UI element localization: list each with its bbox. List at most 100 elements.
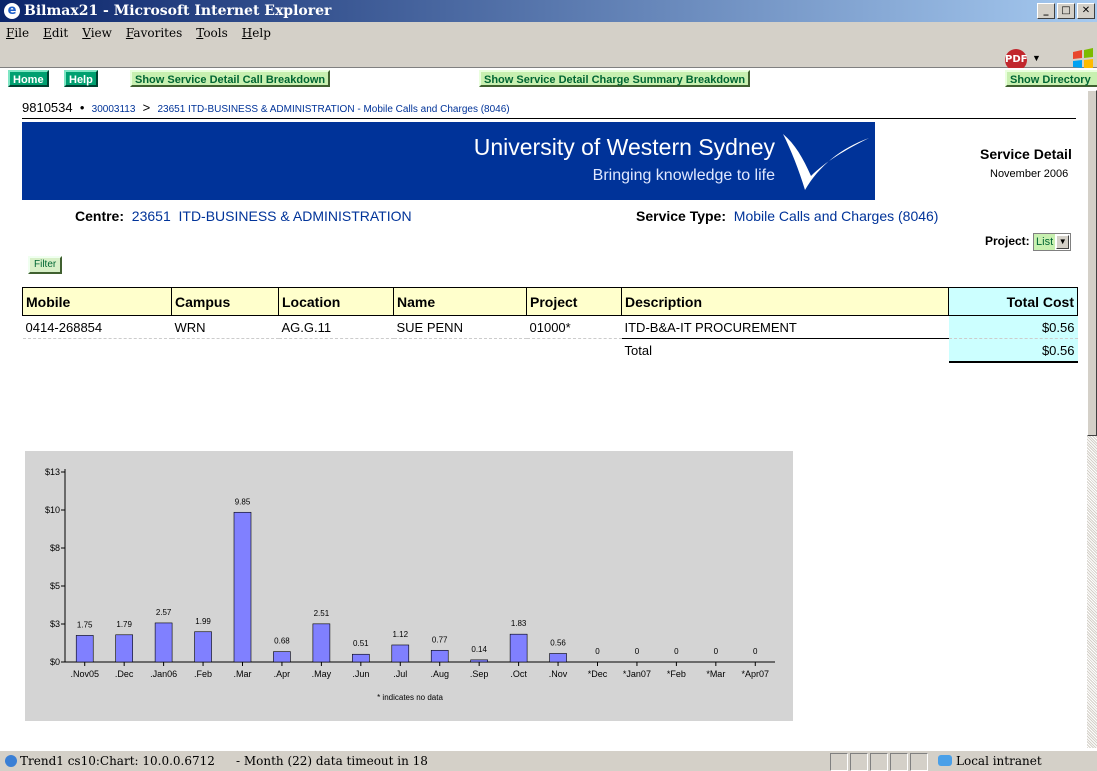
centre-value: 23651 ITD-BUSINESS & ADMINISTRATION bbox=[131, 208, 412, 224]
cell-name: SUE PENN bbox=[393, 315, 527, 339]
x-tick-label: .Jul bbox=[393, 669, 407, 679]
col-project[interactable]: Project bbox=[526, 287, 622, 316]
project-label: Project: bbox=[985, 234, 1030, 249]
data-label: 1.99 bbox=[195, 617, 211, 626]
banner-tagline: Bringing knowledge to life bbox=[592, 167, 775, 184]
charge-summary-button[interactable]: Show Service Detail Charge Summary Break… bbox=[479, 70, 751, 87]
bar bbox=[391, 644, 410, 663]
status-pane bbox=[910, 753, 928, 771]
page-icon bbox=[5, 755, 17, 767]
data-label: 0 bbox=[674, 647, 679, 656]
chevron-down-icon[interactable]: ▼ bbox=[1056, 235, 1070, 249]
minimize-button[interactable]: _ bbox=[1037, 3, 1055, 19]
centre-info: Centre: 23651 ITD-BUSINESS & ADMINISTRAT… bbox=[75, 208, 412, 224]
bar bbox=[470, 659, 488, 663]
cell-campus: WRN bbox=[171, 315, 279, 339]
col-description[interactable]: Description bbox=[621, 287, 949, 316]
bar bbox=[194, 631, 212, 663]
project-select[interactable]: List ▼ bbox=[1033, 233, 1072, 251]
data-label: 0.56 bbox=[550, 638, 566, 647]
breadcrumb-link-centre[interactable]: 23651 ITD-BUSINESS & ADMINISTRATION - Mo… bbox=[157, 104, 509, 115]
cell-mobile[interactable]: 0414-268854 bbox=[22, 315, 172, 339]
col-mobile[interactable]: Mobile bbox=[22, 287, 172, 316]
x-tick-label: .Nov bbox=[549, 669, 568, 679]
bar bbox=[430, 649, 449, 663]
table-row[interactable]: 0414-268854 WRN AG.G.11 SUE PENN 01000* … bbox=[22, 315, 1078, 339]
window-title: Bilmax21 - Microsoft Internet Explorer bbox=[24, 3, 332, 19]
menu-help[interactable]: Help bbox=[242, 26, 271, 40]
x-tick-label: .Oct bbox=[510, 669, 527, 679]
account-number: 9810534 bbox=[22, 100, 73, 115]
x-tick-label: .Jan06 bbox=[150, 669, 177, 679]
security-zone: Local intranet bbox=[956, 754, 1042, 768]
chart-note: * indicates no data bbox=[377, 693, 443, 702]
breadcrumb-link-account[interactable]: 30003113 bbox=[92, 104, 136, 115]
total-cost: $0.56 bbox=[948, 338, 1078, 363]
scrollbar-thumb[interactable] bbox=[1087, 90, 1097, 436]
menu-tools[interactable]: Tools bbox=[196, 26, 228, 40]
directory-button[interactable]: Show Directory bbox=[1005, 70, 1097, 87]
data-label: 1.83 bbox=[511, 619, 527, 628]
menu-edit[interactable]: Edit bbox=[43, 26, 68, 40]
col-total-cost[interactable]: Total Cost bbox=[948, 287, 1078, 316]
data-label: 0 bbox=[595, 647, 600, 656]
cell-location: AG.G.11 bbox=[278, 315, 394, 339]
call-breakdown-button[interactable]: Show Service Detail Call Breakdown bbox=[130, 70, 331, 87]
x-tick-label: .Feb bbox=[194, 669, 212, 679]
bar bbox=[154, 622, 173, 663]
trend-chart: $0 $3 $5 $8 $10 $13 1.75 .Nov05 1.79 .Dec 2.57 .Jan… bbox=[25, 451, 793, 721]
data-label: 0 bbox=[714, 647, 719, 656]
title-bar: e Bilmax21 - Microsoft Internet Explorer… bbox=[0, 0, 1097, 22]
home-button[interactable]: Home bbox=[8, 70, 49, 87]
col-name[interactable]: Name bbox=[393, 287, 527, 316]
data-label: 1.12 bbox=[392, 630, 408, 639]
banner-title: University of Western Sydney bbox=[473, 134, 775, 160]
data-label: 0.68 bbox=[274, 637, 290, 646]
bar bbox=[75, 635, 94, 663]
service-type-info: Service Type: Mobile Calls and Charges (… bbox=[636, 208, 938, 224]
table-header-row: Mobile Campus Location Name Project Desc… bbox=[22, 287, 1078, 316]
x-tick-label: .Nov05 bbox=[70, 669, 99, 679]
status-pane bbox=[850, 753, 868, 771]
menu-view[interactable]: View bbox=[82, 26, 112, 40]
filter-button[interactable]: Filter bbox=[28, 256, 63, 274]
data-label: 0 bbox=[753, 647, 758, 656]
data-label: 0.14 bbox=[471, 645, 487, 654]
vertical-scrollbar[interactable] bbox=[1087, 90, 1097, 748]
cell-description: ITD-B&A-IT PROCUREMENT bbox=[621, 315, 949, 339]
menu-favorites[interactable]: Favorites bbox=[126, 26, 182, 40]
menu-file[interactable]: File bbox=[6, 26, 29, 40]
bar bbox=[115, 634, 133, 663]
x-tick-label: *Feb bbox=[667, 669, 686, 679]
page-content: 9810534 • 30003113 > 23651 ITD-BUSINESS … bbox=[0, 90, 1087, 748]
maximize-button[interactable]: □ bbox=[1057, 3, 1075, 19]
y-tick-label: $0 bbox=[50, 657, 60, 667]
x-tick-label: .Jun bbox=[352, 669, 369, 679]
breadcrumb-separator: > bbox=[142, 100, 151, 115]
bar bbox=[352, 653, 370, 663]
total-spacer bbox=[23, 339, 622, 363]
col-campus[interactable]: Campus bbox=[171, 287, 279, 316]
x-tick-label: .Mar bbox=[234, 669, 252, 679]
help-button[interactable]: Help bbox=[64, 70, 98, 87]
x-tick-label: .Apr bbox=[274, 669, 291, 679]
data-label: 1.79 bbox=[116, 620, 132, 629]
total-label: Total bbox=[621, 338, 949, 362]
total-row: Total $0.56 bbox=[23, 338, 1078, 363]
cell-project: 01000* bbox=[526, 315, 622, 339]
project-select-value: List bbox=[1034, 234, 1056, 250]
x-tick-label: .Sep bbox=[470, 669, 489, 679]
service-type-value: Mobile Calls and Charges (8046) bbox=[733, 208, 939, 224]
x-tick-label: .May bbox=[312, 669, 332, 679]
data-label: 9.85 bbox=[235, 497, 251, 506]
y-tick-label: $10 bbox=[45, 505, 60, 515]
status-pane bbox=[870, 753, 888, 771]
data-label: 0.77 bbox=[432, 635, 448, 644]
status-pane bbox=[890, 753, 908, 771]
chevron-down-icon[interactable]: ▼ bbox=[1032, 53, 1041, 63]
col-location[interactable]: Location bbox=[278, 287, 394, 316]
close-button[interactable]: ✕ bbox=[1077, 3, 1095, 19]
x-tick-label: .Aug bbox=[430, 669, 449, 679]
x-tick-label: *Jan07 bbox=[623, 669, 651, 679]
trend-chart-svg: $0 $3 $5 $8 $10 $13 1.75 .Nov05 1.79 .Dec 2.57 .Jan… bbox=[45, 467, 775, 702]
